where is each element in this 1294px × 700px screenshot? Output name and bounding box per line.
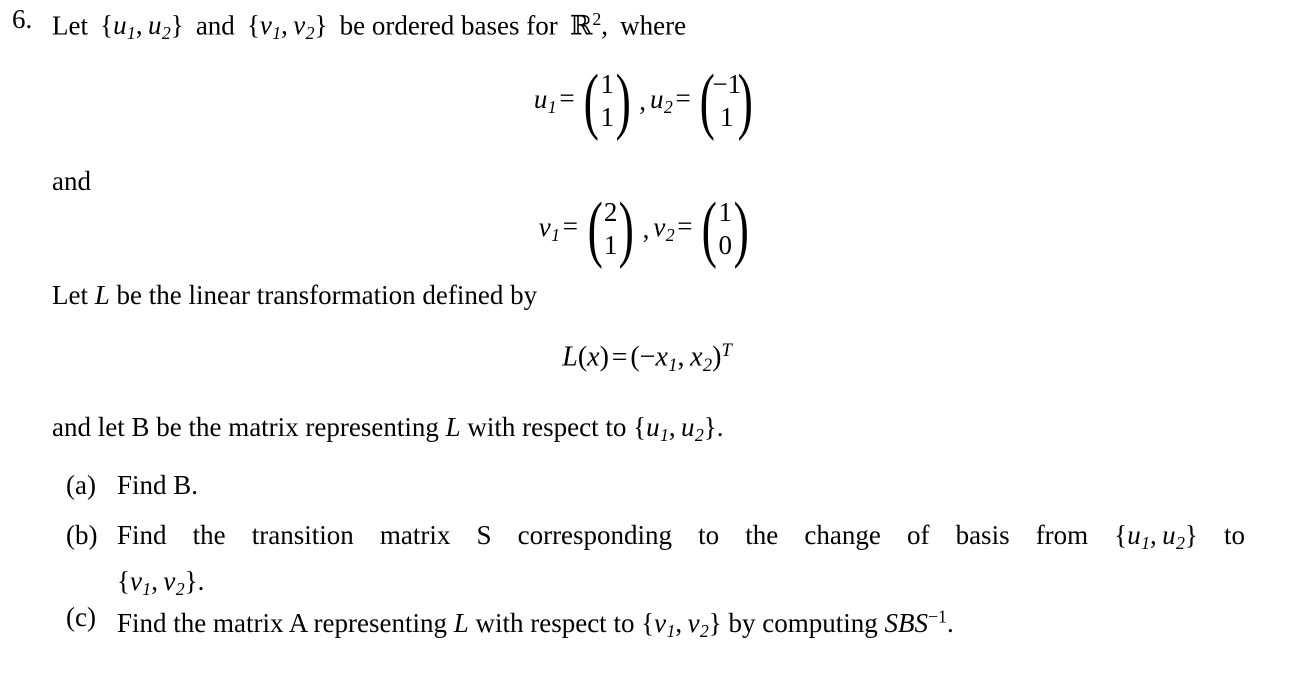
minus-sign: − [639,341,656,373]
expr-S-first: S [884,608,899,639]
L-argument-x: x [587,341,600,373]
item-b-w7: the [745,520,779,550]
space-4 [328,10,340,40]
item-c-basis-v: {v1, v2} [641,608,722,642]
column-vector-u1: ( 1 1 ) [583,60,631,142]
item-b-w1: the [192,520,226,550]
symbol-L-1: L [94,280,110,310]
intro-basis-v: {v1, v2} [246,10,328,44]
expr-inverse-exponent: −1 [928,607,947,627]
real-numbers-symbol: ℝ [569,10,593,42]
L-close-paren: ) [599,341,609,373]
rhs-x2-subscript: 2 [702,354,713,375]
equals-sign-v2: = [677,211,693,242]
u1-label: u1 [533,84,557,117]
space-6 [608,10,620,40]
item-b-matrix-S: S [476,520,492,550]
list-item-a: (a) Find B. [66,466,1256,504]
L-open-paren: ( [577,341,588,373]
equals-sign-u2: = [675,83,691,114]
line-let-B-definition: and let B be the matrix representing L w… [52,408,723,454]
space-2 [184,10,196,40]
item-b-line-1: Find the transition matrix S correspondi… [117,516,1245,562]
line-let-L-definition: Let L be the linear transformation defin… [52,276,537,314]
equals-sign-u1: = [559,83,575,114]
item-c-body: Find the matrix A representing L with re… [117,598,1245,650]
v1-label: v1 [538,212,561,245]
item-b-w5: corresponding [517,520,673,550]
item-c-after-text: by computing [721,608,885,639]
item-b-w10: basis [955,520,1010,550]
symbol-L-3: L [453,608,469,639]
rhs-x2: x [690,341,703,373]
symbol-L-2: L [445,412,461,442]
item-b-w0: Find [117,520,167,550]
space-3 [235,10,247,40]
list-item-c: (c) Find the matrix A representing L wit… [66,598,1256,650]
column-vector-u2: ( −1 1 ) [700,60,754,142]
let-B-basis-u: {u1, u2} [633,412,717,445]
rhs-open-paren: ( [630,341,640,373]
item-b-w2: transition [251,520,354,550]
equals-sign-v1: = [562,211,578,242]
item-b-w8: change [804,520,881,550]
item-b-basis-v: {v1, v2} [117,565,198,599]
vector-separator-comma: , [639,85,646,116]
item-a-text: Find B. [117,470,199,500]
list-item-b: (b) Find the transition matrix S corresp… [66,516,1256,608]
column-vector-v2: ( 1 0 ) [701,188,749,270]
let-B-period: . [716,412,724,442]
intro-where-word: where [620,10,687,41]
let-L-before-text: Let [52,280,95,310]
v2-label: v2 [653,212,675,245]
intro-let-word: Let [52,10,88,41]
u2-entry-2: 1 [719,102,734,132]
item-b-w3: matrix [379,520,451,550]
item-b-line-2: {v1, v2}. [117,565,205,599]
expr-S-second: S [914,608,929,639]
item-a-body: Find B. [117,466,1245,504]
L-equals-sign: = [611,341,628,373]
item-c-period: . [946,608,954,639]
item-c-label: (c) [66,602,96,632]
connector-and: and [52,166,91,196]
rhs-comma: , [677,341,685,373]
rhs-x1: x [655,341,668,373]
let-L-after-text: be the linear transformation defined by [109,280,538,310]
item-b-period: . [197,565,205,596]
u2-label: u2 [650,84,673,117]
item-c-middle-text: with respect to [468,608,642,639]
let-B-before-text: and let B be the matrix representing [52,412,446,442]
intro-and-word: and [195,10,235,41]
space-5 [558,10,570,40]
intro-comma: , [601,10,609,41]
intro-be-ordered-bases-for: be ordered bases for [339,10,558,41]
document-page: 6. Let {u1, u2} and {v1, v2} be ordered … [0,0,1294,700]
expr-B: B [898,608,915,639]
problem-number: 6. [12,4,33,34]
item-c-before-text: Find the matrix A representing [117,608,454,639]
item-b-body: Find the transition matrix S correspondi… [117,516,1245,608]
item-b-label: (b) [66,520,98,550]
item-b-basis-u: {u1, u2} [1114,520,1198,553]
intro-basis-u: {u1, u2} [100,10,184,44]
column-vector-v1: ( 2 1 ) [587,188,634,270]
let-B-after-text: with respect to [460,412,634,442]
problem-statement-intro: Let {u1, u2} and {v1, v2} be ordered bas… [52,0,686,52]
space-1 [88,10,100,40]
item-b-w11: from [1035,520,1089,550]
item-b-w9: of [906,520,930,550]
transpose-exponent: T [721,340,732,360]
equation-basis-u: u1= ( 1 1 ) , u2= ( −1 1 ) [0,60,1294,142]
item-a-label: (a) [66,470,96,500]
real-numbers-exponent: 2 [592,9,602,29]
item-b-w6: to [698,520,720,550]
equation-L-definition: L(x)=(−x1, x2)T [0,340,1294,376]
L-function-symbol: L [562,341,578,373]
equation-basis-v: v1= ( 2 1 ) , v2= ( 1 0 ) [0,188,1294,270]
item-c-line-1: Find the matrix A representing L with re… [117,607,954,642]
vector-separator-comma-v: , [642,213,650,244]
item-b-tail-to: to [1223,520,1245,550]
